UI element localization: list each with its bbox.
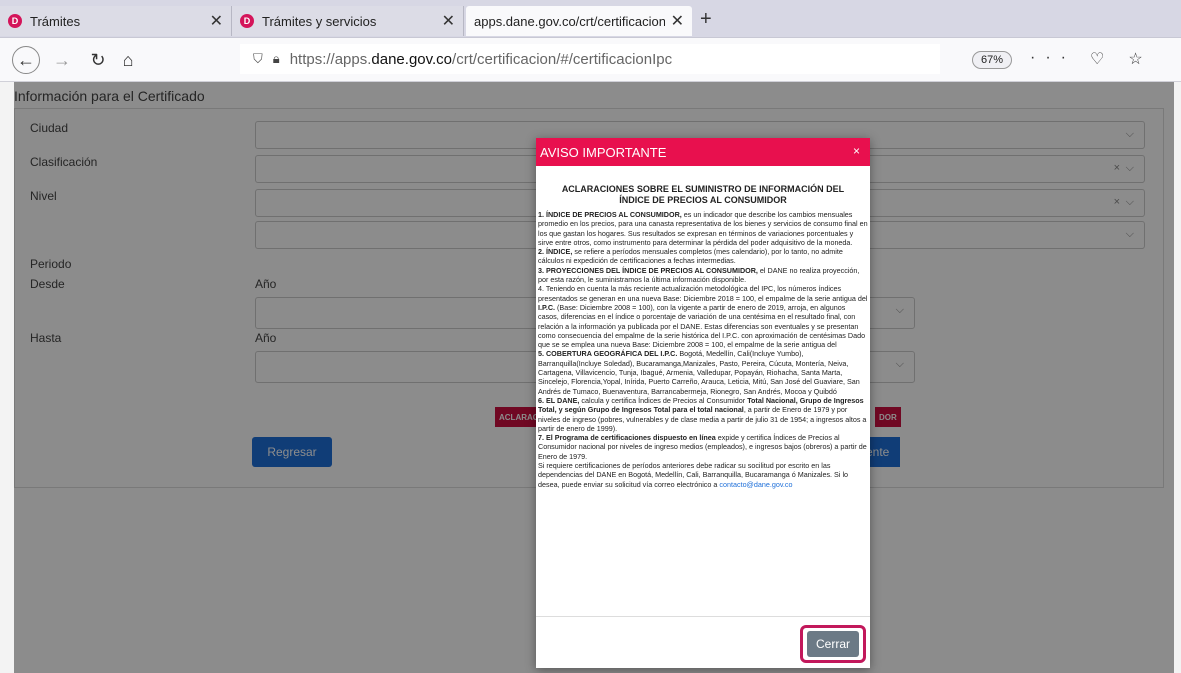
reload-icon[interactable]: ↻ — [84, 46, 112, 74]
pocket-icon[interactable]: ♡ — [1090, 49, 1114, 69]
zoom-level-badge[interactable]: 67% — [972, 51, 1012, 69]
dane-favicon-icon: D — [8, 14, 22, 28]
paragraph-5-bold: 5. COBERTURA GEOGRÁFICA DEL I.P.C. — [538, 349, 678, 359]
browser-tab-certificacion[interactable]: apps.dane.gov.co/crt/certificacion ✕ — [466, 6, 692, 36]
highlight-ring: Cerrar — [800, 625, 866, 663]
browser-tab-tramites[interactable]: D Trámites ✕ — [0, 6, 232, 36]
more-actions-icon[interactable]: ··· — [1030, 49, 1076, 69]
browser-nav-bar: ← → ↻ ⌂ ⛉ 🔒︎ https://apps. dane.gov.co/cr… — [0, 38, 1181, 82]
contact-email-link[interactable]: contacto@dane.gov.co — [719, 480, 792, 489]
paragraph-6-text-a: calcula y certifica Índices de Precios a… — [579, 395, 748, 405]
tab-title: apps.dane.gov.co/crt/certificacion — [474, 13, 665, 29]
modal-footer: Cerrar — [536, 616, 870, 668]
paragraph-1: 1. ÍNDICE DE PRECIOS AL CONSUMIDOR, es u… — [538, 210, 868, 247]
new-tab-icon[interactable]: + — [700, 8, 712, 31]
paragraph-4-text-a: 4. Teniendo en cuenta la más reciente ac… — [538, 284, 868, 303]
close-icon[interactable]: × — [853, 144, 860, 158]
heading-line-1: ACLARACIONES SOBRE EL SUMINISTRO DE INFO… — [561, 184, 845, 194]
close-icon[interactable]: ✕ — [442, 11, 455, 31]
modal-heading: ACLARACIONES SOBRE EL SUMINISTRO DE INFO… — [538, 184, 868, 206]
paragraph-2-text: se refiere a períodos mensuales completo… — [538, 247, 843, 266]
paragraph-3-bold: 3. PROYECCIONES DEL ÍNDICE DE PRECIOS AL… — [538, 265, 758, 275]
close-icon[interactable]: ✕ — [671, 11, 684, 31]
paragraph-4: 4. Teniendo en cuenta la más reciente ac… — [538, 284, 868, 349]
modal-title: AVISO IMPORTANTE — [540, 144, 667, 160]
paragraph-7-bold: 7. El Programa de certificaciones dispue… — [538, 433, 716, 443]
aviso-modal: AVISO IMPORTANTE × ACLARACIONES SOBRE EL… — [536, 138, 870, 668]
close-icon[interactable]: ✕ — [210, 11, 223, 31]
tab-title: Trámites y servicios — [262, 13, 377, 29]
paragraph-8-text: Si requiere certificaciones de períodos … — [538, 461, 849, 489]
browser-tab-bar: D Trámites ✕ D Trámites y servicios ✕ ap… — [0, 0, 1181, 38]
home-icon[interactable]: ⌂ — [114, 46, 142, 74]
heading-line-2: ÍNDICE DE PRECIOS AL CONSUMIDOR — [619, 195, 787, 205]
tab-title: Trámites — [30, 13, 81, 29]
forward-arrow-icon[interactable]: → — [48, 46, 76, 74]
url-prefix: https://apps. — [289, 50, 372, 68]
modal-header: AVISO IMPORTANTE × — [536, 138, 870, 166]
browser-tab-tramites-servicios[interactable]: D Trámites y servicios ✕ — [232, 6, 464, 36]
paragraph-6: 6. EL DANE, calcula y certifica Índices … — [538, 396, 868, 433]
paragraph-2-bold: 2. ÍNDICE, — [538, 247, 573, 257]
paragraph-6-bold-a: 6. EL DANE, — [538, 395, 580, 405]
paragraph-5: 5. COBERTURA GEOGRÁFICA DEL I.P.C. Bogot… — [538, 349, 868, 395]
nav-actions: ··· ♡ ☆ — [1030, 49, 1153, 69]
paragraph-4-bold: I.P.C. — [538, 302, 556, 312]
paragraph-4-text-b: (Base: Diciembre 2008 = 100), con la vig… — [538, 302, 866, 350]
url-bar[interactable]: ⛉ 🔒︎ https://apps. dane.gov.co/crt/certif… — [240, 44, 940, 74]
dane-favicon-icon: D — [240, 14, 254, 28]
back-arrow-icon[interactable]: ← — [12, 46, 40, 74]
paragraph-1-bold: 1. ÍNDICE DE PRECIOS AL CONSUMIDOR, — [538, 210, 682, 219]
paragraph-2: 2. ÍNDICE, se refiere a períodos mensual… — [538, 247, 868, 266]
cerrar-button[interactable]: Cerrar — [807, 631, 859, 657]
bookmark-star-icon[interactable]: ☆ — [1128, 49, 1152, 69]
paragraph-7: 7. El Programa de certificaciones dispue… — [538, 433, 868, 461]
shield-icon[interactable]: ⛉ — [253, 51, 263, 67]
paragraph-8: Si requiere certificaciones de períodos … — [538, 461, 868, 489]
url-path: /crt/certificacion/#/certificacionIpc — [452, 50, 673, 68]
paragraph-3: 3. PROYECCIONES DEL ÍNDICE DE PRECIOS AL… — [538, 266, 868, 285]
url-host: dane.gov.co — [371, 50, 453, 68]
modal-body: ACLARACIONES SOBRE EL SUMINISTRO DE INFO… — [536, 166, 870, 489]
lock-icon[interactable]: 🔒︎ — [273, 51, 280, 67]
